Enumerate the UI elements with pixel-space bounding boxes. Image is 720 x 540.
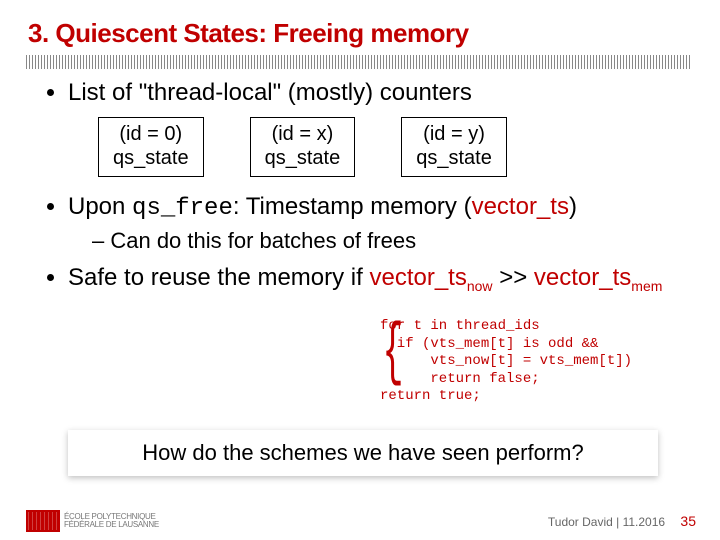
bullet-1: List of "thread-local" (mostly) counters… [68,79,684,177]
b2-close: ) [569,193,577,220]
bullet-1-text: List of "thread-local" (mostly) counters [68,79,472,106]
slide-title: 3. Quiescent States: Freeing memory [0,0,720,55]
box-line1: (id = y) [416,122,492,146]
author-date: Tudor David | 11.2016 [548,515,665,529]
bullet-2: Upon qs_free: Timestamp memory (vector_t… [68,193,684,254]
box-line1: (id = 0) [113,122,189,146]
page-number: 35 [680,513,696,529]
b3-pre: Safe to reuse the memory if [68,264,369,291]
footer-right: Tudor David | 11.2016 35 [548,513,696,529]
box-line2: qs_state [113,146,189,170]
b3-b: vector_ts [534,264,631,291]
logo-mark-icon [26,510,60,532]
b3-a: vector_ts [369,264,466,291]
logo: ÉCOLE POLYTECHNIQUE FÉDÉRALE DE LAUSANNE [26,510,159,532]
question-box: How do the schemes we have seen perform? [68,430,658,476]
slide-body: List of "thread-local" (mostly) counters… [0,79,720,294]
box-line2: qs_state [416,146,492,170]
bullet-3: Safe to reuse the memory if vector_tsnow… [68,264,684,294]
state-boxes: (id = 0) qs_state (id = x) qs_state (id … [98,117,684,177]
b3-b-sub: mem [631,278,662,294]
b2-code: qs_free [132,195,233,222]
box-line1: (id = x) [265,122,341,146]
b2-pre: Upon [68,193,132,220]
footer: ÉCOLE POLYTECHNIQUE FÉDÉRALE DE LAUSANNE… [0,510,720,532]
b2-sub-item: – Can do this for batches of frees [92,228,684,254]
b3-a-sub: now [467,278,493,294]
overlay-code: for t in thread_ids if (vts_mem[t] is od… [380,318,632,406]
state-box: (id = x) qs_state [250,117,356,177]
bullet-list: List of "thread-local" (mostly) counters… [48,79,684,294]
bullet-2-sub: – Can do this for batches of frees [68,228,684,254]
title-underline [26,55,692,69]
slide: 3. Quiescent States: Freeing memory List… [0,0,720,540]
b2-red: vector_ts [472,193,569,220]
logo-text: ÉCOLE POLYTECHNIQUE FÉDÉRALE DE LAUSANNE [64,513,159,529]
state-box: (id = y) qs_state [401,117,507,177]
state-box: (id = 0) qs_state [98,117,204,177]
box-line2: qs_state [265,146,341,170]
b3-mid: >> [493,264,534,291]
b2-post: : Timestamp memory ( [233,193,472,220]
